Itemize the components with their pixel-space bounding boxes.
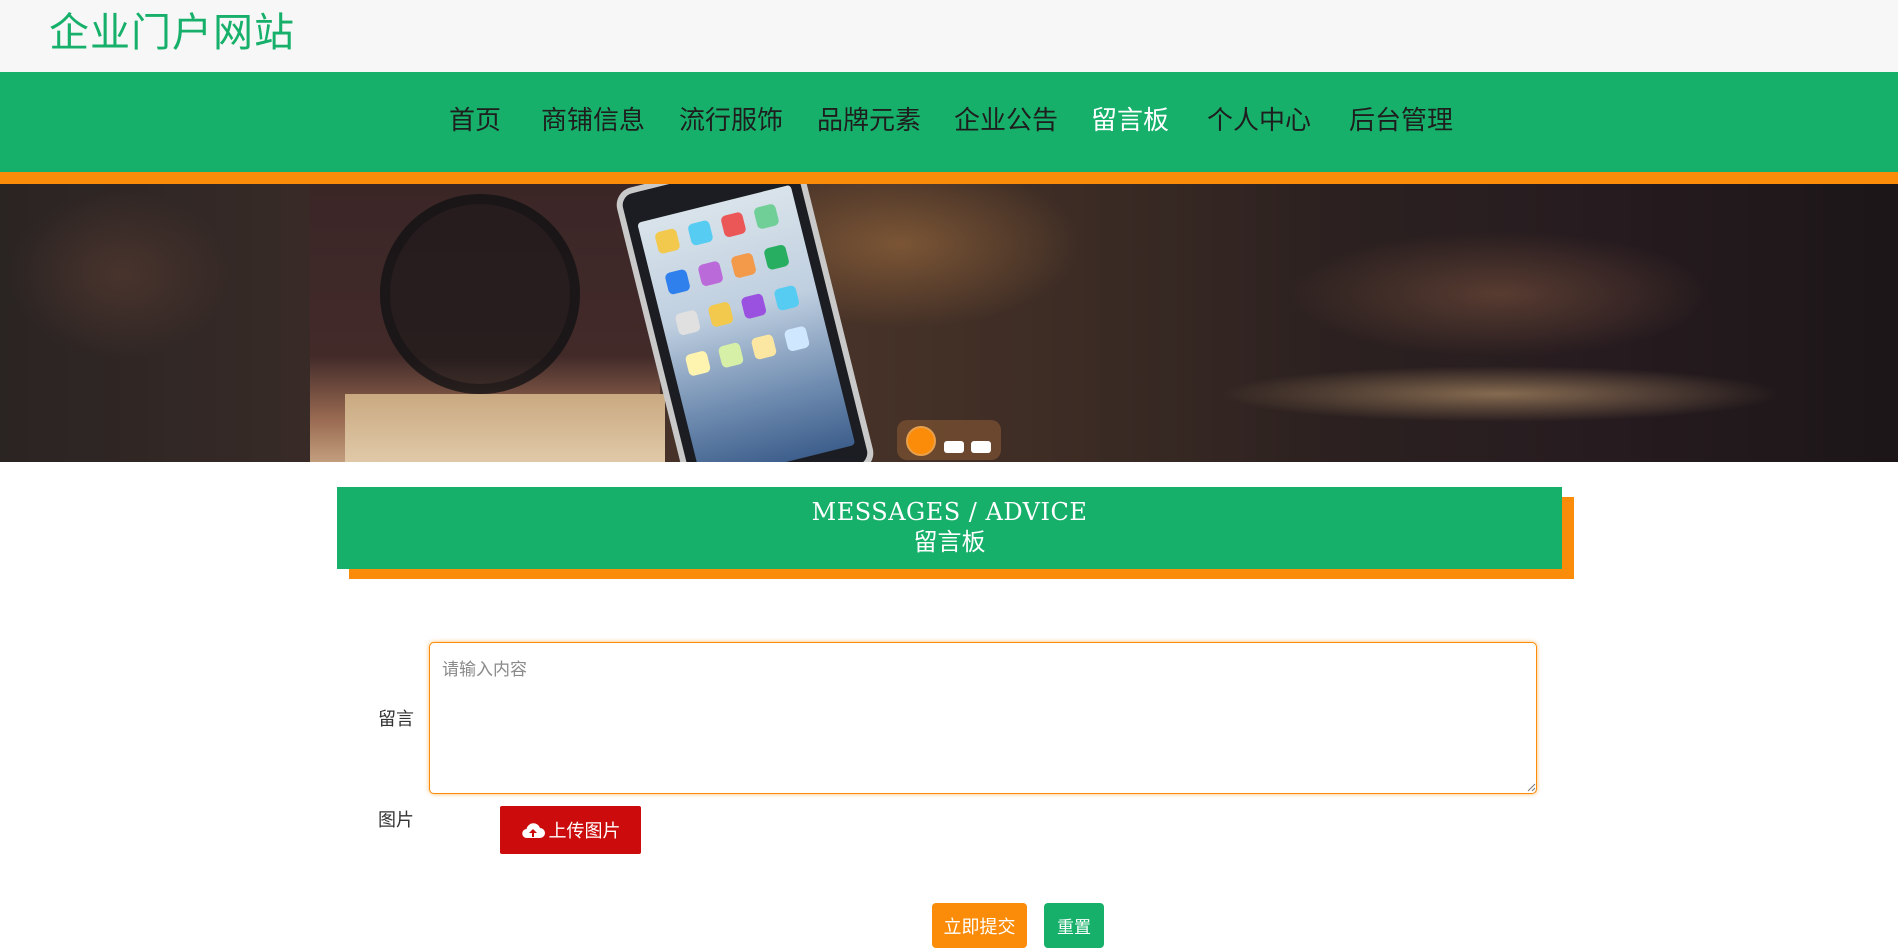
app-tile <box>664 268 691 296</box>
site-title[interactable]: 企业门户网站 <box>49 13 295 53</box>
message-board-section: MESSAGES / ADVICE 留言板 留言 图片 上传图片 立即提交 重置 <box>0 462 1898 948</box>
image-label: 图片 <box>378 810 414 831</box>
app-tile <box>674 309 702 336</box>
upload-image-label: 上传图片 <box>548 821 621 842</box>
app-tile <box>750 333 778 361</box>
top-header: 企业门户网站 <box>0 0 1898 72</box>
upload-image-button[interactable]: 上传图片 <box>500 806 641 854</box>
app-tile <box>707 301 735 328</box>
submit-button[interactable]: 立即提交 <box>932 903 1027 948</box>
app-tile <box>753 203 780 230</box>
section-heading: MESSAGES / ADVICE 留言板 <box>337 487 1562 569</box>
app-tile <box>684 350 712 377</box>
nav-item-message-board[interactable]: 留言板 <box>1091 106 1169 137</box>
phone-screen <box>637 184 856 462</box>
app-tile <box>697 260 724 288</box>
nav-item-home[interactable]: 首页 <box>449 106 501 137</box>
app-tile <box>763 243 790 271</box>
app-tile <box>717 341 745 369</box>
nav-item-announcements[interactable]: 企业公告 <box>954 106 1058 137</box>
nav-item-brand-elements[interactable]: 品牌元素 <box>817 106 921 137</box>
message-label: 留言 <box>378 709 414 730</box>
nav-item-fashion[interactable]: 流行服饰 <box>679 106 783 137</box>
banner-cup-sleeve <box>345 394 665 462</box>
carousel-dot-1[interactable] <box>906 426 936 456</box>
app-tile <box>720 211 747 239</box>
main-nav: 首页 商铺信息 流行服饰 品牌元素 企业公告 留言板 个人中心 后台管理 <box>0 72 1898 184</box>
app-tile <box>654 227 681 255</box>
nav-item-shop-info[interactable]: 商铺信息 <box>541 106 645 137</box>
banner-cup-logo <box>380 194 580 394</box>
nav-item-personal-center[interactable]: 个人中心 <box>1207 106 1311 137</box>
nav-item-admin[interactable]: 后台管理 <box>1349 106 1453 137</box>
app-tile <box>730 252 757 279</box>
app-tile <box>687 219 714 247</box>
message-textarea[interactable] <box>429 642 1537 794</box>
carousel-dot-3[interactable] <box>971 441 991 453</box>
resize-handle-icon[interactable] <box>1526 782 1536 792</box>
carousel-indicators <box>897 420 1001 460</box>
cloud-upload-icon <box>521 823 545 839</box>
banner-carousel[interactable] <box>0 184 1898 462</box>
app-tile <box>740 292 768 320</box>
reset-button[interactable]: 重置 <box>1044 903 1104 948</box>
carousel-dot-2[interactable] <box>944 441 964 453</box>
heading-english: MESSAGES / ADVICE <box>811 498 1088 526</box>
app-tile <box>783 325 811 353</box>
heading-chinese: 留言板 <box>913 528 986 556</box>
app-tile <box>773 284 801 312</box>
